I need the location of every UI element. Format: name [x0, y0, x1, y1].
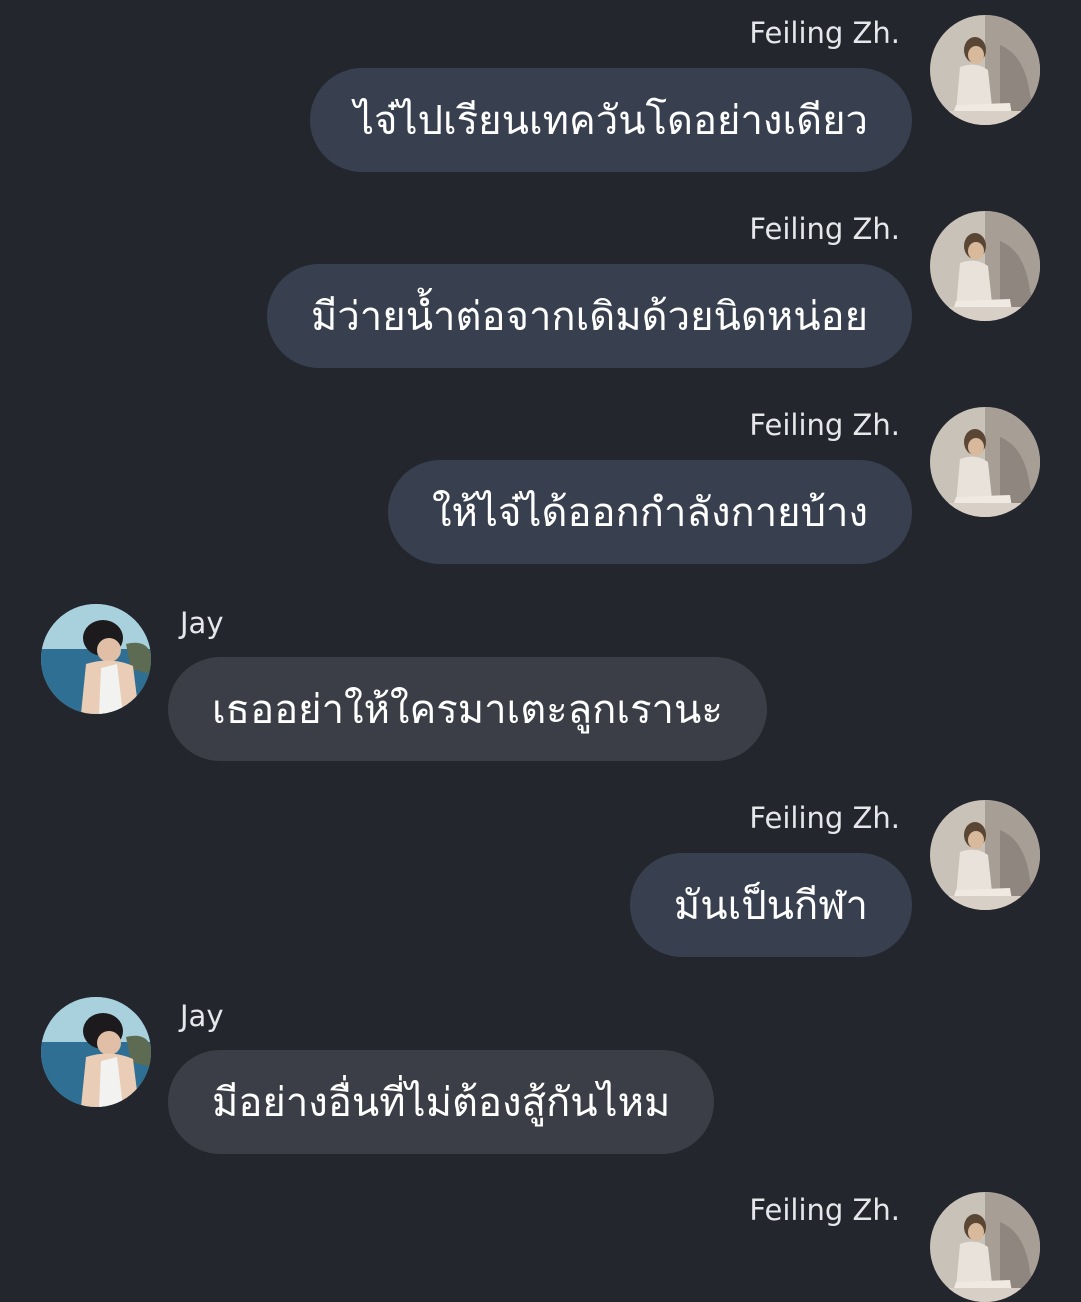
- chat-thread: Feiling Zh. ไจ๋ไปเรียนเทควันโดอย่างเดียว…: [0, 0, 1081, 1200]
- message-bubble[interactable]: มีว่ายน้ำต่อจากเดิมด้วยนิดหน่อย: [266, 264, 912, 368]
- sender-name: Jay: [180, 999, 224, 1033]
- avatar-feiling-icon[interactable]: [930, 1192, 1040, 1302]
- sender-name: Jay: [180, 606, 224, 640]
- sender-name: Feiling Zh.: [749, 408, 900, 442]
- avatar-feiling-icon[interactable]: [930, 800, 1040, 910]
- message-bubble[interactable]: ไจ๋ไปเรียนเทควันโดอย่างเดียว: [309, 68, 912, 172]
- sender-name: Feiling Zh.: [749, 801, 900, 835]
- avatar-feiling-icon[interactable]: [930, 211, 1040, 321]
- sender-name: Feiling Zh.: [749, 212, 900, 246]
- message-bubble[interactable]: เธออย่าให้ใครมาเตะลูกเรานะ: [168, 657, 767, 761]
- avatar-feiling-icon[interactable]: [930, 407, 1040, 517]
- sender-name: Feiling Zh.: [749, 16, 900, 50]
- avatar-feiling-icon[interactable]: [930, 15, 1040, 125]
- avatar-jay-icon[interactable]: [41, 604, 151, 714]
- sender-name: Feiling Zh.: [749, 1193, 900, 1227]
- message-bubble[interactable]: มันเป็นกีฬา: [629, 853, 912, 957]
- avatar-jay-icon[interactable]: [41, 997, 151, 1107]
- message-bubble[interactable]: ให้ไจ๋ได้ออกกำลังกายบ้าง: [387, 460, 912, 564]
- message-bubble[interactable]: มีอย่างอื่นที่ไม่ต้องสู้กันไหม: [168, 1050, 715, 1154]
